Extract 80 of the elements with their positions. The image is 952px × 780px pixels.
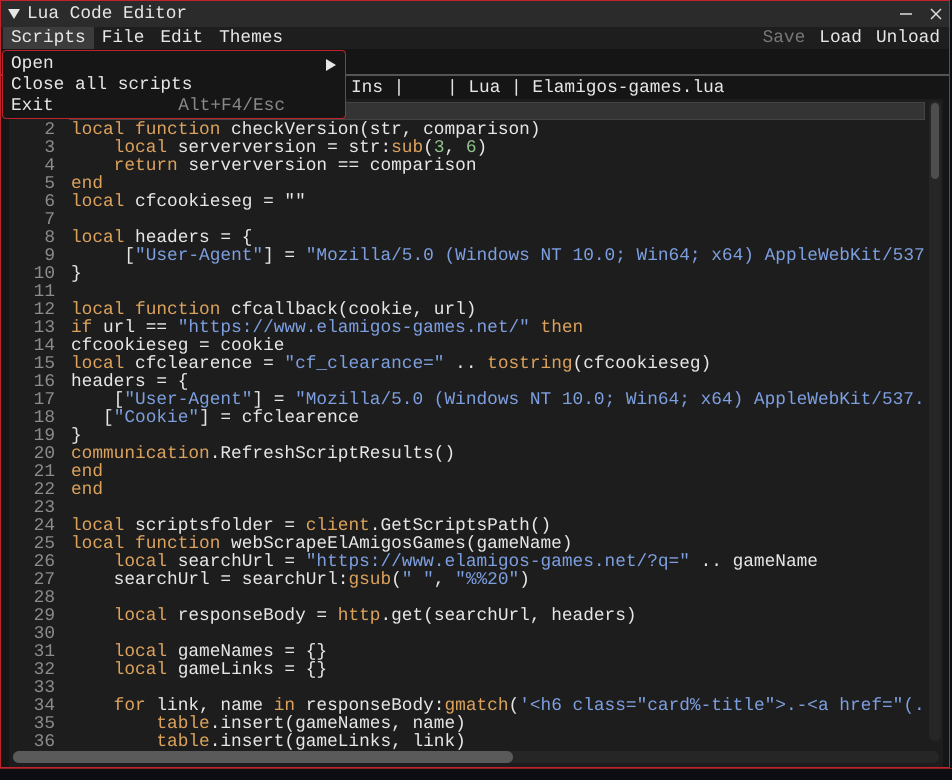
line-number: 34 xyxy=(32,697,56,715)
line-number: 24 xyxy=(32,517,56,535)
menu-item[interactable]: Scripts xyxy=(3,27,94,49)
close-icon[interactable] xyxy=(929,7,943,21)
line-number: 13 xyxy=(32,319,56,337)
code-line: end xyxy=(71,175,104,193)
line-number: 36 xyxy=(32,733,56,751)
line-number: 6 xyxy=(43,193,56,211)
line-number: 9 xyxy=(43,247,56,265)
menu-item[interactable]: Edit xyxy=(152,27,212,49)
menu-action[interactable]: Unload xyxy=(868,27,947,49)
dropdown-item[interactable]: Close all scripts xyxy=(3,75,345,96)
line-number: 35 xyxy=(32,715,56,733)
submenu-arrow-icon xyxy=(325,58,337,72)
code-line: local function webScrapeElAmigosGames(gameName) xyxy=(71,535,573,553)
status-text: Ins | | Lua | Elamigos-games.lua xyxy=(351,77,724,99)
code-line: end xyxy=(71,463,104,481)
code-line: cfcookieseg = cookie xyxy=(71,337,284,355)
line-number: 33 xyxy=(32,679,56,697)
menu-action[interactable]: Load xyxy=(812,27,869,49)
menu-item[interactable]: File xyxy=(94,27,152,49)
code-line: ["User-Agent"] = "Mozilla/5.0 (Windows NT 10.0; Win64; x64) AppleWebKit/537. xyxy=(112,391,925,409)
dropdown-item[interactable]: Exit Alt+F4/Esc xyxy=(3,96,345,117)
code-line: local headers = { xyxy=(71,229,252,247)
code-line: table.insert(gameNames, name) xyxy=(155,715,466,733)
code-line: local scriptsfolder = client.GetScriptsPath() xyxy=(71,517,552,535)
horizontal-scrollbar[interactable] xyxy=(13,751,939,763)
code-line: local gameLinks = {} xyxy=(112,661,328,679)
line-number: 31 xyxy=(32,643,56,661)
code-line: local searchUrl = "https://www.elamigos-games.net/?q=" .. gameName xyxy=(112,553,818,571)
line-number: 26 xyxy=(32,553,56,571)
code-line: local serverversion = str:sub(3, 6) xyxy=(112,139,488,157)
code-line: ["User-Agent"] = "Mozilla/5.0 (Windows NT 10.0; Win64; x64) AppleWebKit/537 xyxy=(123,247,925,265)
line-number: 21 xyxy=(32,463,56,481)
line-number: 29 xyxy=(32,607,56,625)
line-number: 8 xyxy=(43,229,56,247)
code-line: communication.RefreshScriptResults() xyxy=(71,445,456,463)
line-number: 7 xyxy=(43,211,56,229)
code-line: for link, name in responseBody:gmatch('<h6 class="card%-title">.-<a href="(. xyxy=(112,697,925,715)
line-number: 10 xyxy=(32,265,56,283)
code-line: if url == "https://www.elamigos-games.net/" then xyxy=(71,319,584,337)
line-number: 3 xyxy=(43,139,56,157)
line-number: 32 xyxy=(32,661,56,679)
line-number: 18 xyxy=(32,409,56,427)
line-number: 19 xyxy=(32,427,56,445)
line-number: 16 xyxy=(32,373,56,391)
code-line: local gameNames = {} xyxy=(112,643,328,661)
code-line: ["Cookie"] = cfclearence xyxy=(102,409,360,427)
code-line: local function checkVersion(str, comparison) xyxy=(71,121,541,139)
line-number: 27 xyxy=(32,571,56,589)
collapse-icon[interactable] xyxy=(7,8,21,20)
line-number: 30 xyxy=(32,625,56,643)
line-number: 28 xyxy=(32,589,56,607)
line-number: 15 xyxy=(32,355,56,373)
line-number: 4 xyxy=(43,157,56,175)
code-line: return serverversion == comparison xyxy=(112,157,476,175)
window-title: Lua Code Editor xyxy=(27,3,188,26)
code-line: local cfclearence = "cf_clearance=" .. tostring(cfcookieseg) xyxy=(71,355,712,373)
line-number: 25 xyxy=(32,535,56,553)
line-number: 22 xyxy=(32,481,56,499)
code-line: headers = { xyxy=(71,373,188,391)
code-line: } xyxy=(71,427,82,445)
code-line: } xyxy=(71,265,82,283)
line-number: 11 xyxy=(32,283,56,301)
line-number: 5 xyxy=(43,175,56,193)
code-line: searchUrl = searchUrl:gsub(" ", "%%20") xyxy=(112,571,530,589)
line-number: 23 xyxy=(32,499,56,517)
code-line: local responseBody = http.get(searchUrl, headers) xyxy=(112,607,637,625)
line-number: 2 xyxy=(43,121,56,139)
line-number: 14 xyxy=(32,337,56,355)
code-line: table.insert(gameLinks, link) xyxy=(155,733,466,751)
vertical-scrollbar[interactable] xyxy=(929,101,941,741)
line-number: 17 xyxy=(32,391,56,409)
menu-item[interactable]: Themes xyxy=(211,27,292,49)
code-line: end xyxy=(71,481,104,499)
line-number: 20 xyxy=(32,445,56,463)
line-number: 12 xyxy=(32,301,56,319)
code-line: local function cfcallback(cookie, url) xyxy=(71,301,476,319)
code-line: local cfcookieseg = "" xyxy=(71,193,306,211)
dropdown-item[interactable]: Open xyxy=(3,54,345,75)
